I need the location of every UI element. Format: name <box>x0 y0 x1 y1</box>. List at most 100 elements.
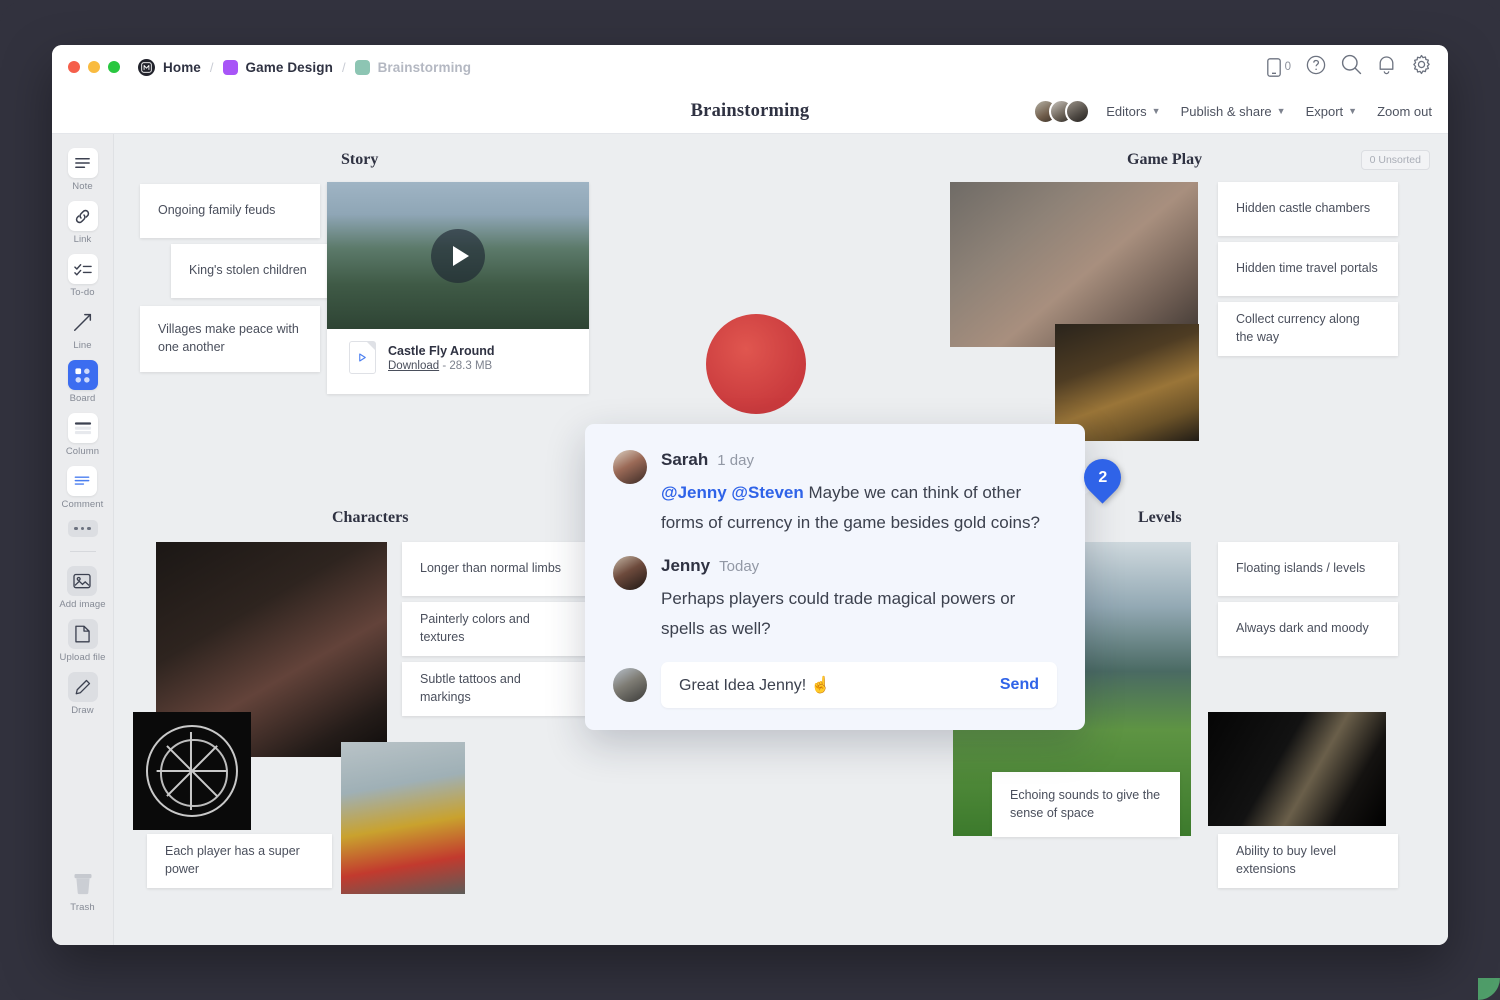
comment-icon <box>67 466 97 496</box>
note-card[interactable]: Ability to buy level extensions <box>1218 834 1398 888</box>
image-icon <box>67 566 97 596</box>
comment-body: Perhaps players could trade magical powe… <box>661 584 1057 644</box>
breadcrumb-item-home[interactable]: Home <box>138 59 201 76</box>
title-bar: Home / Game Design / Brainstorming 0 <box>52 45 1448 89</box>
editors-label: Editors <box>1106 104 1146 119</box>
sidebar-item-upload-file[interactable]: Upload file <box>60 619 106 663</box>
sidebar-item-trash[interactable]: Trash <box>68 869 98 913</box>
header-actions: Editors ▼ Publish & share ▼ Export ▼ Zoo… <box>1033 99 1432 124</box>
window-controls[interactable] <box>68 61 120 73</box>
breadcrumb-label-home: Home <box>163 60 201 75</box>
note-card[interactable]: Always dark and moody <box>1218 602 1398 656</box>
tool-sidebar: Note Link To-do <box>52 134 114 945</box>
more-tools-button[interactable] <box>68 520 98 537</box>
note-card[interactable]: Painterly colors and textures <box>402 602 587 656</box>
note-card[interactable]: Longer than normal limbs <box>402 542 587 596</box>
link-icon <box>68 201 98 231</box>
video-attachment-card[interactable]: Castle Fly Around Download - 28.3 MB <box>327 182 589 394</box>
comment-author: Jenny <box>661 556 710 576</box>
zoom-out-button[interactable]: Zoom out <box>1377 104 1432 119</box>
board-canvas[interactable]: 0 Unsorted Story Ongoing family feuds Ki… <box>114 134 1448 945</box>
reply-input[interactable]: Great Idea Jenny! ☝ <box>679 675 1000 695</box>
reply-input-wrapper[interactable]: Great Idea Jenny! ☝ Send <box>661 662 1057 708</box>
breadcrumb-item-game-design[interactable]: Game Design <box>223 60 333 75</box>
help-icon[interactable] <box>1306 55 1326 80</box>
sidebar-item-link[interactable]: Link <box>68 201 98 245</box>
breadcrumb-label-game-design: Game Design <box>246 60 333 75</box>
milanote-logo-icon <box>138 59 155 76</box>
note-card[interactable]: Hidden time travel portals <box>1218 242 1398 296</box>
sidebar-label-upload-file: Upload file <box>60 652 106 663</box>
red-circle-shape[interactable] <box>706 314 806 414</box>
breadcrumb-item-brainstorming[interactable]: Brainstorming <box>355 60 472 75</box>
breadcrumb-label-brainstorming: Brainstorming <box>378 60 472 75</box>
section-title-characters: Characters <box>332 509 408 527</box>
rune-spoke-shape <box>157 770 228 772</box>
sidebar-label-column: Column <box>66 446 99 457</box>
editors-menu[interactable]: Editors ▼ <box>1106 104 1160 119</box>
note-card[interactable]: Each player has a super power <box>147 834 332 888</box>
play-icon[interactable] <box>431 229 485 283</box>
note-card[interactable]: Hidden castle chambers <box>1218 182 1398 236</box>
sidebar-label-add-image: Add image <box>59 599 105 610</box>
folder-swatch-icon <box>223 60 238 75</box>
sidebar-item-todo[interactable]: To-do <box>68 254 98 298</box>
section-title-story: Story <box>341 151 378 169</box>
zoom-out-label: Zoom out <box>1377 104 1432 119</box>
avatar <box>613 556 647 590</box>
mobile-device-button[interactable]: 0 <box>1267 58 1291 77</box>
line-icon <box>68 307 98 337</box>
notification-icon[interactable] <box>1377 55 1396 80</box>
desktop-corner-accent <box>1478 978 1500 1000</box>
comment-mentions[interactable]: @Jenny @Steven <box>661 483 804 502</box>
note-card[interactable]: Villages make peace with one another <box>140 306 320 372</box>
note-card[interactable]: Subtle tattoos and markings <box>402 662 587 716</box>
note-card[interactable]: Echoing sounds to give the sense of spac… <box>992 772 1180 837</box>
note-card[interactable]: Collect currency along the way <box>1218 302 1398 356</box>
editor-avatars[interactable] <box>1033 99 1090 124</box>
note-card[interactable]: Floating islands / levels <box>1218 542 1398 596</box>
file-icon <box>68 619 98 649</box>
comment-timestamp: Today <box>719 558 759 575</box>
app-window: Home / Game Design / Brainstorming 0 <box>52 45 1448 945</box>
export-menu[interactable]: Export ▼ <box>1306 104 1358 119</box>
breadcrumb: Home / Game Design / Brainstorming <box>138 59 471 76</box>
castle-flyover-video-thumbnail[interactable] <box>327 182 589 329</box>
settings-icon[interactable] <box>1411 54 1432 80</box>
viking-shield-photo[interactable] <box>341 742 465 894</box>
sidebar-label-board: Board <box>70 393 96 404</box>
publish-share-menu[interactable]: Publish & share ▼ <box>1181 104 1286 119</box>
sidebar-item-comment[interactable]: Comment <box>62 466 104 510</box>
download-link[interactable]: Download <box>388 360 439 372</box>
search-icon[interactable] <box>1341 54 1362 80</box>
close-window-button[interactable] <box>68 61 80 73</box>
comment-count-pin[interactable]: 2 <box>1084 459 1121 506</box>
section-title-game-play: Game Play <box>1127 151 1202 169</box>
send-button[interactable]: Send <box>1000 676 1039 694</box>
arrows-photo[interactable] <box>1208 712 1386 826</box>
unsorted-badge[interactable]: 0 Unsorted <box>1361 150 1430 170</box>
sidebar-item-line[interactable]: Line <box>68 307 98 351</box>
sidebar-item-add-image[interactable]: Add image <box>59 566 105 610</box>
note-card[interactable]: Ongoing family feuds <box>140 184 320 238</box>
sidebar-item-draw[interactable]: Draw <box>68 672 98 716</box>
ellipsis-dot-icon <box>87 527 91 531</box>
warrior-face-photo[interactable] <box>950 182 1198 347</box>
minimize-window-button[interactable] <box>88 61 100 73</box>
comment-count: 2 <box>1098 469 1107 487</box>
file-meta: Download - 28.3 MB <box>388 360 495 372</box>
comment-item: Sarah 1 day @Jenny @Steven Maybe we can … <box>613 450 1057 538</box>
sidebar-item-note[interactable]: Note <box>68 148 98 192</box>
avatar <box>613 668 647 702</box>
norse-rune-compass-photo[interactable] <box>133 712 251 830</box>
comment-author: Sarah <box>661 450 708 470</box>
chevron-down-icon: ▼ <box>1152 106 1161 116</box>
sidebar-item-board[interactable]: Board <box>68 360 98 404</box>
note-card[interactable]: King's stolen children <box>171 244 351 298</box>
maximize-window-button[interactable] <box>108 61 120 73</box>
sidebar-label-draw: Draw <box>71 705 94 716</box>
comment-popup[interactable]: Sarah 1 day @Jenny @Steven Maybe we can … <box>585 424 1085 730</box>
desktop-background: Home / Game Design / Brainstorming 0 <box>0 0 1500 1000</box>
sidebar-item-column[interactable]: Column <box>66 413 99 457</box>
column-icon <box>68 413 98 443</box>
